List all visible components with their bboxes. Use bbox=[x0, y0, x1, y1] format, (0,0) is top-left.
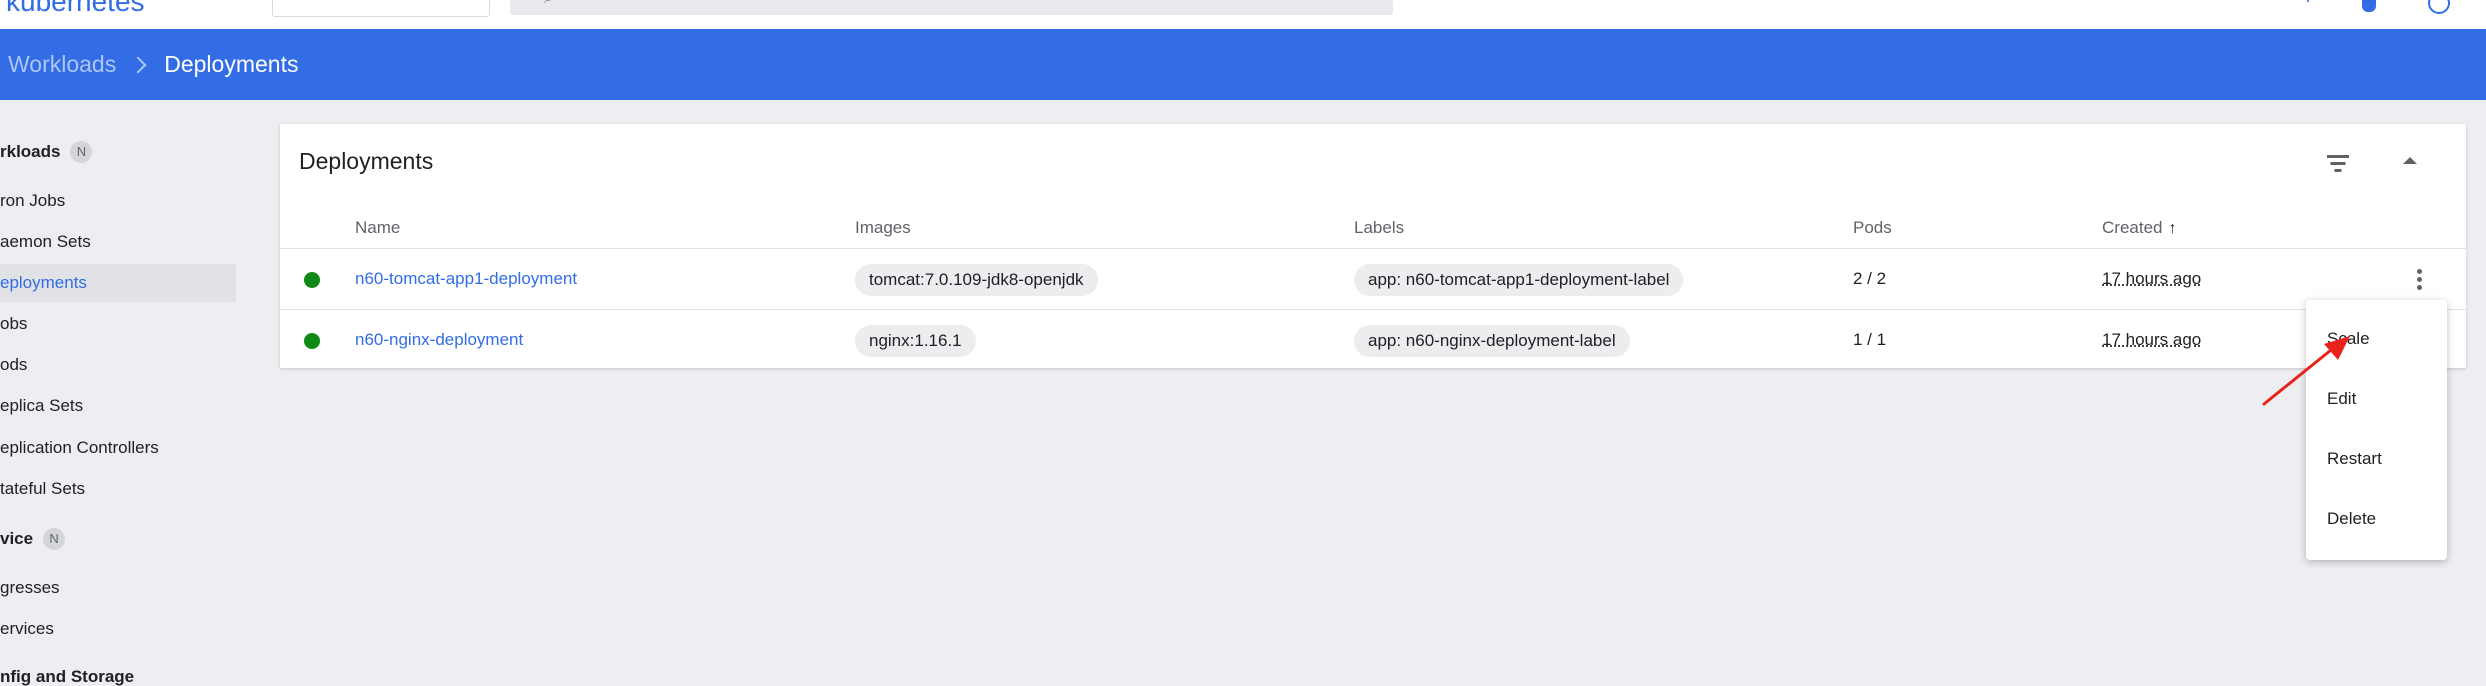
breadcrumb-current: Deployments bbox=[164, 51, 299, 77]
search-input[interactable]: ⌕ bbox=[510, 0, 1393, 15]
sidebar-section-workloads[interactable]: rkloads N bbox=[0, 133, 236, 171]
sidebar-item-label: eplica Sets bbox=[0, 396, 84, 415]
table-header: Name Images Labels Pods Created ↑ bbox=[280, 202, 2466, 249]
sidebar-item-label: eployments bbox=[0, 273, 87, 292]
sidebar-item-ingresses[interactable]: gresses bbox=[0, 569, 236, 607]
deployment-name-link[interactable]: n60-tomcat-app1-deployment bbox=[355, 269, 577, 289]
label-chip: app: n60-nginx-deployment-label bbox=[1354, 325, 1630, 357]
sidebar-section-service[interactable]: vice N bbox=[0, 520, 236, 558]
sidebar-item-label: eplication Controllers bbox=[0, 438, 159, 457]
sidebar-item-daemon-sets[interactable]: aemon Sets bbox=[0, 223, 236, 261]
sidebar-item-label: ervices bbox=[0, 619, 54, 638]
table-row: n60-nginx-deployment nginx:1.16.1 app: n… bbox=[280, 310, 2466, 371]
annotation-arrow-icon bbox=[2262, 336, 2350, 406]
sidebar-item-replication-controllers[interactable]: eplication Controllers bbox=[0, 429, 236, 467]
sort-arrow-icon: ↑ bbox=[2168, 220, 2177, 237]
image-chip: nginx:1.16.1 bbox=[855, 325, 976, 357]
sidebar-item-services[interactable]: ervices bbox=[0, 610, 236, 648]
breadcrumb-workloads[interactable]: Workloads bbox=[8, 51, 116, 78]
filter-icon[interactable] bbox=[2325, 153, 2351, 173]
column-header-name[interactable]: Name bbox=[355, 218, 400, 238]
deployments-card: Deployments Name Images Labels Pods Crea… bbox=[280, 124, 2466, 368]
status-running-icon bbox=[304, 333, 320, 349]
menu-item-delete[interactable]: Delete bbox=[2327, 509, 2376, 529]
sidebar-item-label: ron Jobs bbox=[0, 191, 66, 210]
sidebar-section-config-storage[interactable]: nfig and Storage bbox=[0, 658, 236, 686]
breadcrumb-bar: Workloads Deployments bbox=[0, 29, 2486, 100]
top-toolbar: kubernetes ⌕ + bbox=[0, 0, 2486, 29]
sidebar-item-label: vice bbox=[0, 529, 34, 548]
account-icon[interactable] bbox=[2428, 0, 2450, 14]
sidebar-item-pods[interactable]: ods bbox=[0, 346, 236, 384]
more-vert-icon[interactable] bbox=[2417, 269, 2423, 291]
collapse-icon[interactable] bbox=[2403, 157, 2417, 164]
bell-icon[interactable] bbox=[2362, 0, 2376, 12]
plus-icon[interactable]: + bbox=[2297, 0, 2319, 12]
column-header-images: Images bbox=[855, 218, 911, 237]
namespaced-badge: N bbox=[43, 527, 66, 550]
chevron-right-icon bbox=[129, 56, 147, 73]
card-title: Deployments bbox=[299, 148, 434, 174]
label-chip: app: n60-tomcat-app1-deployment-label bbox=[1354, 264, 1684, 296]
menu-item-restart[interactable]: Restart bbox=[2327, 449, 2382, 469]
sidebar-item-label: tateful Sets bbox=[0, 479, 86, 498]
created-time: 17 hours ago bbox=[2102, 330, 2202, 349]
sidebar-item-label: ods bbox=[0, 355, 28, 374]
sidebar-item-cron-jobs[interactable]: ron Jobs bbox=[0, 182, 236, 220]
sidebar: rkloads N ron Jobs aemon Sets eployments … bbox=[0, 100, 236, 686]
sidebar-item-label: gresses bbox=[0, 578, 60, 597]
search-icon: ⌕ bbox=[544, 0, 553, 8]
column-header-pods: Pods bbox=[1853, 218, 1892, 237]
pods-count: 1 / 1 bbox=[1853, 330, 1887, 349]
column-header-created[interactable]: Created ↑ bbox=[2102, 218, 2176, 238]
sidebar-item-label: obs bbox=[0, 314, 28, 333]
sidebar-item-label: rkloads bbox=[0, 142, 61, 161]
sidebar-item-label: aemon Sets bbox=[0, 232, 91, 251]
sidebar-item-deployments[interactable]: eployments bbox=[0, 264, 236, 302]
column-header-created-label: Created bbox=[2102, 218, 2163, 237]
app-logo[interactable]: kubernetes bbox=[6, 0, 145, 18]
image-chip: tomcat:7.0.109-jdk8-openjdk bbox=[855, 264, 1098, 296]
created-time: 17 hours ago bbox=[2102, 269, 2202, 288]
sidebar-item-label: nfig and Storage bbox=[0, 667, 135, 686]
sidebar-item-stateful-sets[interactable]: tateful Sets bbox=[0, 470, 236, 508]
status-running-icon bbox=[304, 272, 320, 288]
pods-count: 2 / 2 bbox=[1853, 269, 1887, 288]
column-header-labels: Labels bbox=[1354, 218, 1405, 237]
sidebar-item-jobs[interactable]: obs bbox=[0, 305, 236, 343]
namespaced-badge: N bbox=[70, 140, 93, 163]
table-row: n60-tomcat-app1-deployment tomcat:7.0.10… bbox=[280, 249, 2466, 310]
namespace-selector[interactable] bbox=[272, 0, 490, 17]
deployment-name-link[interactable]: n60-nginx-deployment bbox=[355, 330, 523, 350]
sidebar-item-replica-sets[interactable]: eplica Sets bbox=[0, 387, 236, 425]
